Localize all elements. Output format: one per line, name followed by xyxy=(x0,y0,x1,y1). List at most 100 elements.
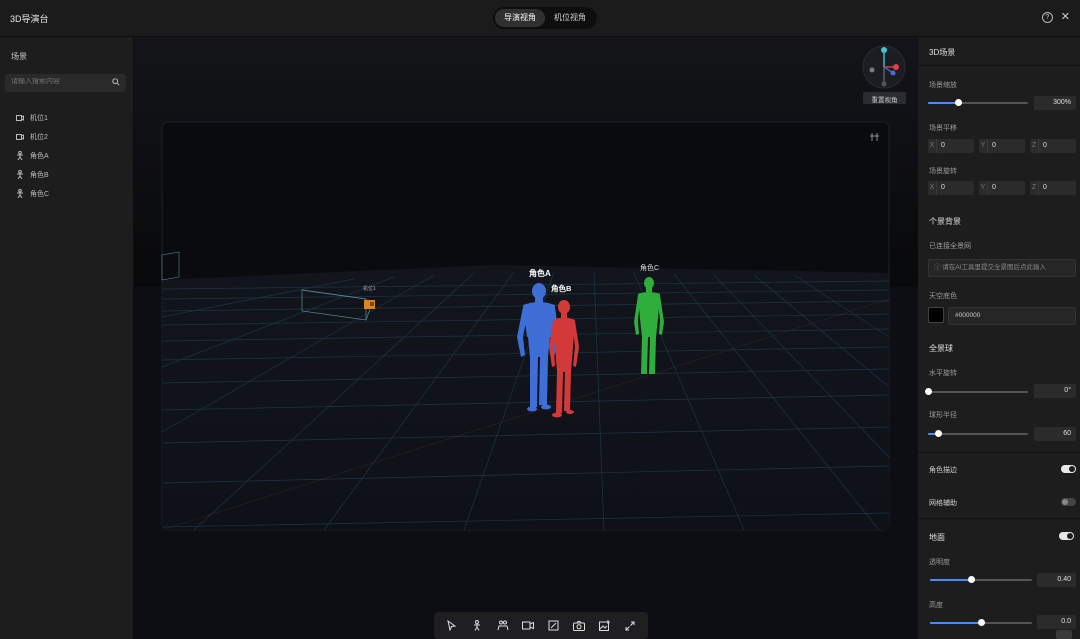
scene-canvas[interactable] xyxy=(134,37,918,639)
search-icon[interactable] xyxy=(112,78,120,86)
divider xyxy=(918,65,1080,66)
camera-icon xyxy=(16,133,24,140)
search-input[interactable] xyxy=(11,78,106,85)
add-image-button[interactable] xyxy=(596,617,614,635)
rotate-y-field[interactable]: Y0 xyxy=(979,181,1025,195)
height-label: 高度 xyxy=(929,602,943,609)
slider-knob[interactable] xyxy=(978,619,985,626)
opacity-slider[interactable] xyxy=(930,576,1032,583)
properties-panel: 3D场景 场景缩放 300% 场景平移 X0 Y0 Z0 场景旋转 X0 Y0 … xyxy=(918,37,1080,639)
select-tool-button[interactable] xyxy=(443,617,461,635)
orientation-gizmo[interactable] xyxy=(862,45,906,89)
h-rotate-label: 水平旋转 xyxy=(929,370,957,377)
fullscreen-button[interactable] xyxy=(621,617,639,635)
h-rotate-slider[interactable] xyxy=(925,388,1028,395)
bottom-toolbar xyxy=(434,612,648,639)
sphere-radius-label: 球形半径 xyxy=(929,412,957,419)
search-box xyxy=(5,74,126,92)
figure-icon xyxy=(17,189,23,198)
3d-viewport[interactable]: 重置视角 机位1 角色A 角色B 角色C xyxy=(134,37,918,639)
figure-icon xyxy=(17,151,23,160)
background-section-title: 个景背景 xyxy=(929,217,961,226)
top-bar: 3D导演台 导演视角 机位视角 ? ✕ xyxy=(0,0,1080,37)
screenshot-icon xyxy=(573,620,586,631)
grid-display-toggle[interactable] xyxy=(1061,498,1076,506)
panel-title: 3D场景 xyxy=(929,48,956,57)
translate-y-field[interactable]: Y0 xyxy=(979,139,1025,153)
translate-x-field[interactable]: X0 xyxy=(928,139,974,153)
scene-scale-value[interactable]: 300% xyxy=(1034,96,1076,110)
select-icon xyxy=(447,620,457,631)
camera-view-tab[interactable]: 机位视角 xyxy=(545,9,595,27)
opacity-label: 透明度 xyxy=(929,559,950,566)
h-rotate-value[interactable]: 0° xyxy=(1034,384,1076,398)
ground-toggle[interactable] xyxy=(1059,532,1074,540)
sphere-radius-slider[interactable] xyxy=(928,430,1028,437)
add-group-button[interactable] xyxy=(494,617,512,635)
panel-title: 场景 xyxy=(11,52,27,61)
slider-knob[interactable] xyxy=(955,99,962,106)
upload-label: 已连接全景网 xyxy=(929,243,971,250)
height-value[interactable]: 0.0 xyxy=(1037,615,1076,629)
slider-fill xyxy=(928,102,958,104)
scene-scale-label: 场景缩放 xyxy=(929,82,957,89)
panorama-section-title: 全景球 xyxy=(929,344,953,353)
opacity-value[interactable]: 0.40 xyxy=(1037,573,1076,587)
scene-tree: 机位1 机位2 角色A 角色B 角色C xyxy=(16,108,49,203)
slider-fill xyxy=(930,622,981,624)
divider xyxy=(918,518,1080,519)
slider-fill xyxy=(930,579,971,581)
help-icon[interactable]: ? xyxy=(1041,12,1053,23)
camera-icon xyxy=(522,621,535,630)
camera-icon xyxy=(16,114,24,121)
grid-display-label: 网格辅助 xyxy=(929,500,957,507)
sphere-radius-value[interactable]: 60 xyxy=(1034,427,1076,441)
image-add-icon xyxy=(598,620,610,631)
tree-item-camera-1[interactable]: 机位1 xyxy=(16,108,49,127)
slider-knob[interactable] xyxy=(935,430,942,437)
rotate-x-field[interactable]: X0 xyxy=(928,181,974,195)
tree-item-label: 角色C xyxy=(30,190,50,198)
screenshot-button[interactable] xyxy=(570,617,588,635)
tree-item-camera-2[interactable]: 机位2 xyxy=(16,127,49,146)
scene-scale-slider[interactable] xyxy=(928,99,1028,106)
bg-color-swatch[interactable] xyxy=(928,307,944,323)
crop-icon xyxy=(548,620,559,631)
fullscreen-icon xyxy=(625,621,635,630)
tree-item-character-b[interactable]: 角色B xyxy=(16,165,49,184)
show-characters-toggle[interactable] xyxy=(1061,465,1076,473)
tree-item-character-c[interactable]: 角色C xyxy=(16,184,49,203)
character-a-label: 角色A xyxy=(529,269,551,278)
tree-item-label: 机位1 xyxy=(30,114,48,122)
app-title: 3D导演台 xyxy=(10,14,49,24)
tree-item-character-a[interactable]: 角色A xyxy=(16,146,49,165)
reset-view-label: 重置视角 xyxy=(871,97,898,104)
height-slider[interactable] xyxy=(930,619,1032,626)
bg-color-label: 天空底色 xyxy=(929,293,957,300)
bg-color-input[interactable]: #000000 xyxy=(948,307,1076,325)
scroll-corner-badge xyxy=(1056,630,1072,639)
translate-z-field[interactable]: Z0 xyxy=(1030,139,1076,153)
scene-rotate-label: 场景旋转 xyxy=(929,168,957,175)
director-view-tab[interactable]: 导演视角 xyxy=(495,9,545,27)
view-toggle: 导演视角 机位视角 xyxy=(493,7,597,29)
show-characters-label: 角色描边 xyxy=(929,467,957,474)
slider-knob[interactable] xyxy=(925,388,932,395)
camera-label: 机位1 xyxy=(363,286,376,292)
add-figure-button[interactable] xyxy=(468,617,486,635)
panorama-upload-field[interactable]: ⓘ 请在AI工具里提交全景图后点此输入 xyxy=(928,259,1076,277)
people-icon xyxy=(497,620,509,631)
rotate-z-field[interactable]: Z0 xyxy=(1030,181,1076,195)
character-c-label: 角色C xyxy=(640,265,660,272)
figure-icon xyxy=(474,620,481,631)
tree-item-label: 角色A xyxy=(30,152,49,160)
scene-tree-panel: 场景 机位1 机位2 角色A 角色B 角色C xyxy=(0,37,134,639)
add-camera-button[interactable] xyxy=(519,617,537,635)
close-icon[interactable]: ✕ xyxy=(1061,12,1070,23)
crop-button[interactable] xyxy=(545,617,563,635)
ground-section-title: 地面 xyxy=(929,533,945,542)
scene-translate-label: 场景平移 xyxy=(929,125,957,132)
figure-icon xyxy=(17,170,23,179)
character-b-label: 角色B xyxy=(551,284,572,293)
slider-knob[interactable] xyxy=(967,576,975,583)
